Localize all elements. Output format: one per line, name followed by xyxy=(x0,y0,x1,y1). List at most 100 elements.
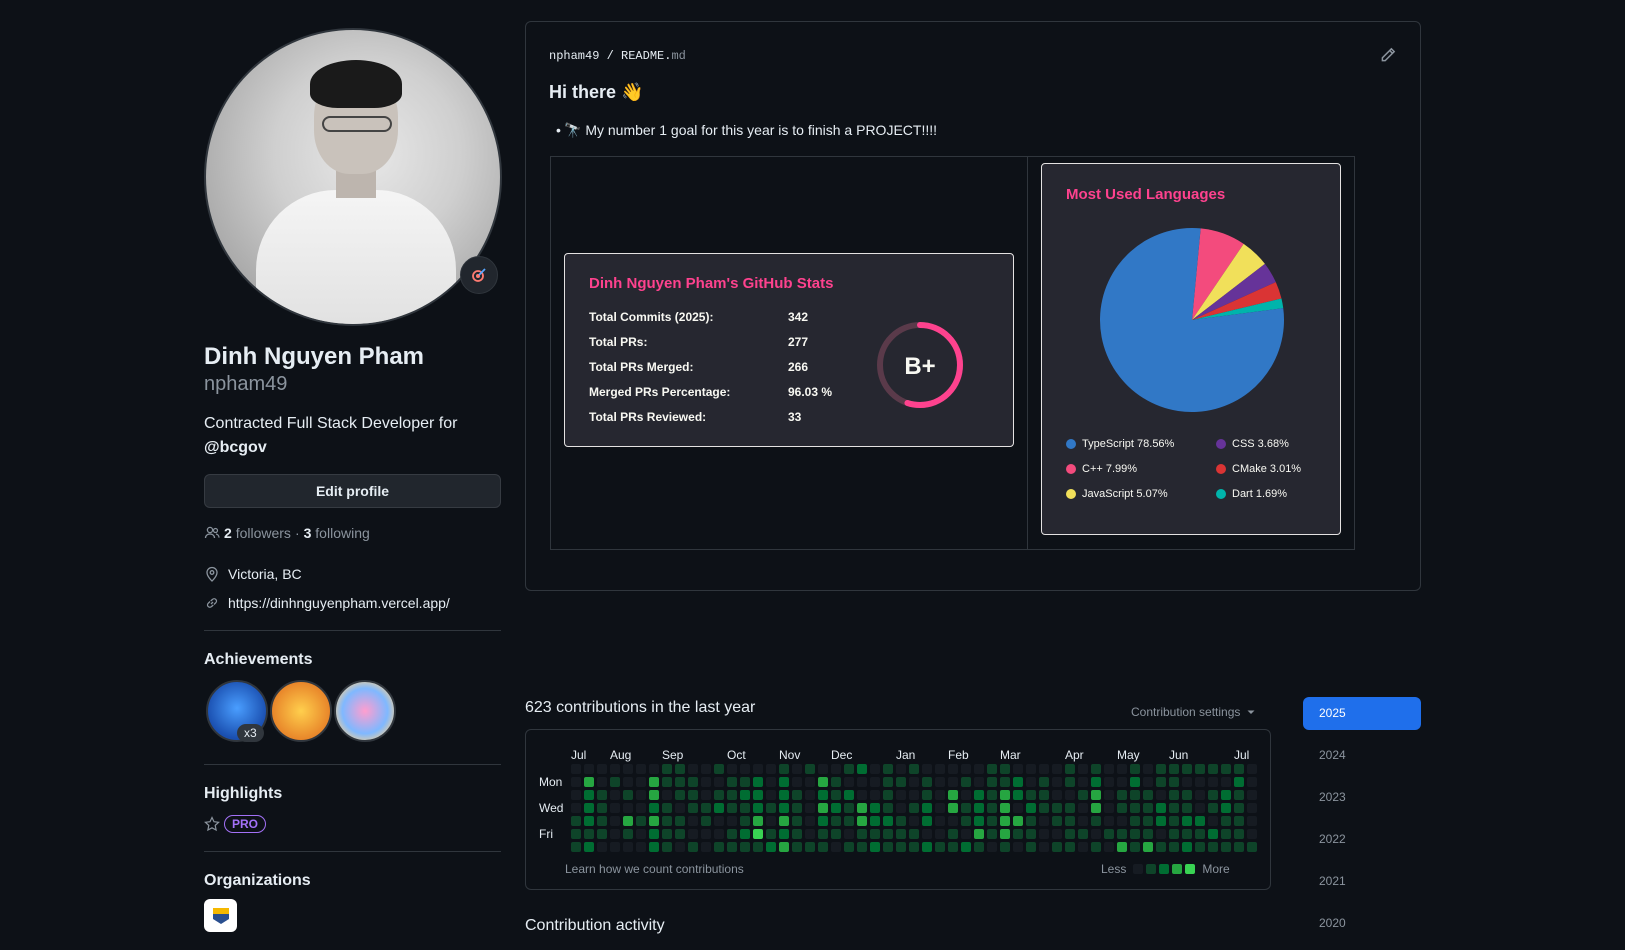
contribution-day[interactable] xyxy=(1039,829,1049,839)
contribution-day[interactable] xyxy=(753,777,763,787)
contribution-day[interactable] xyxy=(753,790,763,800)
readme-file-base[interactable]: README. xyxy=(621,49,671,63)
contribution-day[interactable] xyxy=(948,816,958,826)
contribution-day[interactable] xyxy=(870,777,880,787)
contribution-day[interactable] xyxy=(610,842,620,852)
contribution-day[interactable] xyxy=(727,842,737,852)
contribution-day[interactable] xyxy=(649,764,659,774)
contribution-day[interactable] xyxy=(1143,790,1153,800)
contribution-day[interactable] xyxy=(714,777,724,787)
contribution-day[interactable] xyxy=(1221,842,1231,852)
contribution-day[interactable] xyxy=(662,816,672,826)
contribution-day[interactable] xyxy=(948,764,958,774)
contribution-day[interactable] xyxy=(766,829,776,839)
contribution-day[interactable] xyxy=(571,777,581,787)
set-status-icon[interactable] xyxy=(460,256,498,294)
contribution-day[interactable] xyxy=(1078,842,1088,852)
contribution-day[interactable] xyxy=(1104,829,1114,839)
contribution-day[interactable] xyxy=(1013,829,1023,839)
contribution-day[interactable] xyxy=(870,803,880,813)
contribution-day[interactable] xyxy=(571,790,581,800)
contribution-day[interactable] xyxy=(714,829,724,839)
contribution-day[interactable] xyxy=(974,816,984,826)
contribution-day[interactable] xyxy=(831,764,841,774)
contribution-day[interactable] xyxy=(753,803,763,813)
contribution-day[interactable] xyxy=(1091,816,1101,826)
contribution-day[interactable] xyxy=(1247,816,1257,826)
contribution-day[interactable] xyxy=(597,816,607,826)
contribution-day[interactable] xyxy=(948,803,958,813)
contribution-day[interactable] xyxy=(779,816,789,826)
contribution-day[interactable] xyxy=(1156,829,1166,839)
contribution-day[interactable] xyxy=(571,803,581,813)
contribution-day[interactable] xyxy=(1130,764,1140,774)
contribution-day[interactable] xyxy=(1026,829,1036,839)
contribution-day[interactable] xyxy=(818,829,828,839)
contribution-day[interactable] xyxy=(1182,803,1192,813)
contribution-day[interactable] xyxy=(1078,777,1088,787)
contribution-day[interactable] xyxy=(805,790,815,800)
contribution-day[interactable] xyxy=(1052,790,1062,800)
contribution-day[interactable] xyxy=(623,842,633,852)
contribution-day[interactable] xyxy=(1247,803,1257,813)
website-link[interactable]: https://dinhnguyenpham.vercel.app/ xyxy=(228,595,450,611)
contribution-day[interactable] xyxy=(1052,764,1062,774)
contribution-day[interactable] xyxy=(857,842,867,852)
contribution-day[interactable] xyxy=(1156,842,1166,852)
contribution-day[interactable] xyxy=(636,803,646,813)
year-2021[interactable]: 2021 xyxy=(1303,865,1421,898)
contribution-day[interactable] xyxy=(714,803,724,813)
contribution-day[interactable] xyxy=(818,803,828,813)
contribution-day[interactable] xyxy=(1065,842,1075,852)
contribution-day[interactable] xyxy=(1013,777,1023,787)
contribution-day[interactable] xyxy=(1130,842,1140,852)
year-2024[interactable]: 2024 xyxy=(1303,739,1421,772)
contribution-day[interactable] xyxy=(987,764,997,774)
contribution-day[interactable] xyxy=(792,803,802,813)
contribution-day[interactable] xyxy=(1156,803,1166,813)
contribution-day[interactable] xyxy=(636,777,646,787)
contribution-day[interactable] xyxy=(1247,829,1257,839)
contribution-day[interactable] xyxy=(1013,764,1023,774)
contribution-day[interactable] xyxy=(909,803,919,813)
contribution-day[interactable] xyxy=(844,777,854,787)
contribution-day[interactable] xyxy=(740,790,750,800)
contribution-day[interactable] xyxy=(987,829,997,839)
contribution-day[interactable] xyxy=(623,777,633,787)
contribution-day[interactable] xyxy=(1091,777,1101,787)
contribution-day[interactable] xyxy=(1247,842,1257,852)
contribution-day[interactable] xyxy=(909,790,919,800)
contribution-day[interactable] xyxy=(636,790,646,800)
contribution-day[interactable] xyxy=(1208,842,1218,852)
contribution-day[interactable] xyxy=(662,777,672,787)
contribution-day[interactable] xyxy=(766,816,776,826)
contribution-day[interactable] xyxy=(727,790,737,800)
contribution-day[interactable] xyxy=(688,829,698,839)
contribution-day[interactable] xyxy=(1078,816,1088,826)
contribution-day[interactable] xyxy=(701,829,711,839)
contribution-day[interactable] xyxy=(1221,829,1231,839)
contribution-day[interactable] xyxy=(662,764,672,774)
contribution-day[interactable] xyxy=(701,764,711,774)
contribution-day[interactable] xyxy=(909,842,919,852)
contribution-day[interactable] xyxy=(818,842,828,852)
contribution-day[interactable] xyxy=(831,816,841,826)
contribution-day[interactable] xyxy=(1247,790,1257,800)
contribution-day[interactable] xyxy=(597,764,607,774)
bcgov-org-icon[interactable] xyxy=(204,899,237,932)
contribution-day[interactable] xyxy=(883,803,893,813)
contribution-day[interactable] xyxy=(857,803,867,813)
contribution-day[interactable] xyxy=(662,842,672,852)
contribution-day[interactable] xyxy=(870,764,880,774)
contribution-day[interactable] xyxy=(779,777,789,787)
contribution-day[interactable] xyxy=(675,842,685,852)
contribution-day[interactable] xyxy=(662,790,672,800)
contribution-day[interactable] xyxy=(1039,842,1049,852)
contribution-day[interactable] xyxy=(896,790,906,800)
contribution-day[interactable] xyxy=(1169,790,1179,800)
contribution-day[interactable] xyxy=(831,829,841,839)
contribution-day[interactable] xyxy=(1065,816,1075,826)
contribution-day[interactable] xyxy=(844,764,854,774)
contribution-day[interactable] xyxy=(701,777,711,787)
contribution-day[interactable] xyxy=(961,842,971,852)
